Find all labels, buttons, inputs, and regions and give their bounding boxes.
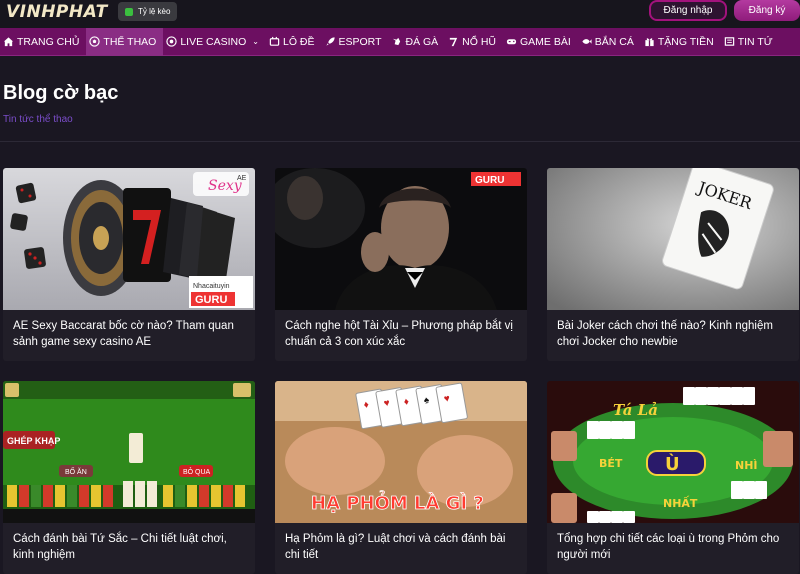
image-text-ha-phom: HẠ PHỎM LÀ GÌ ? <box>311 490 484 514</box>
breadcrumb[interactable]: Tin tức thể thao <box>3 114 73 125</box>
register-button[interactable]: Đăng ký <box>734 0 800 21</box>
article-thumbnail[interactable]: JOKER <box>547 168 799 310</box>
rocket-icon <box>325 37 335 46</box>
article-title[interactable]: Bài Joker cách chơi thế nào? Kinh nghiệm… <box>557 318 793 350</box>
page-title: Blog cờ bạc <box>3 82 119 104</box>
nav-item-fishing[interactable]: BẮN CÁ <box>578 28 641 56</box>
article-title[interactable]: Tổng hợp chi tiết các loại ù trong Phỏm … <box>557 531 793 563</box>
nav-item-label: LÔ ĐỀ <box>282 35 315 48</box>
top-bar: VINHPHAT Tỷ lệ kèo Đăng nhập Đăng ký <box>0 0 800 28</box>
nav-item-label: TIN TỨ <box>737 35 773 48</box>
image-text-guru: GURU <box>195 294 227 306</box>
image-text-bet: BÉT <box>599 457 623 470</box>
article-thumbnail[interactable]: ♦ ♥ ♦ ♠ ♥ HẠ PHỎM LÀ GÌ ? <box>275 381 527 523</box>
article-card[interactable]: Tá Lả Ù NHÌ BÉT NHẤT Tổng hợp chi tiết c… <box>547 381 799 574</box>
article-card[interactable]: GHÉP KHẠP BỐ ĂN BỎ QUA Cách đánh bài Tứ … <box>3 381 255 574</box>
image-text-nhat: NHẤT <box>663 495 698 510</box>
login-button[interactable]: Đăng nhập <box>649 0 727 21</box>
nav-item-label: TRANG CHỦ <box>17 35 80 48</box>
article-card[interactable]: JOKER Bài Joker cách chơi thế nào? Kinh … <box>547 168 799 361</box>
nav-item-bonus[interactable]: TẶNG TIỀN <box>641 28 721 56</box>
article-card[interactable]: GURU Cách nghe hột Tài Xỉu – Phương pháp… <box>275 168 527 361</box>
home-icon <box>3 37 14 47</box>
article-thumbnail[interactable]: GHÉP KHẠP BỐ ĂN BỎ QUA <box>3 381 255 523</box>
nav-item-label: ESPORT <box>338 35 382 48</box>
main-nav: TRANG CHỦ THỂ THAO LIVE CASINO ⌄ LÔ ĐỀ E… <box>0 27 800 56</box>
casino-chip-icon <box>166 36 178 47</box>
article-card[interactable]: ♦ ♥ ♦ ♠ ♥ HẠ PHỎM LÀ GÌ ? Hạ Phỏm là gì?… <box>275 381 527 574</box>
article-title[interactable]: Cách nghe hột Tài Xỉu – Phương pháp bắt … <box>285 318 521 350</box>
odds-button[interactable]: Tỷ lệ kèo <box>118 2 178 21</box>
nav-item-label: TẶNG TIỀN <box>657 35 714 48</box>
nav-item-label: THỂ THAO <box>103 35 157 48</box>
nav-item-label: GAME BÀI <box>520 35 571 48</box>
image-text-bo-qua: BỎ QUA <box>183 467 211 476</box>
article-thumbnail[interactable]: GURU <box>275 168 527 310</box>
image-text-ae: AE <box>237 175 247 182</box>
divider <box>0 141 800 142</box>
news-icon <box>724 37 734 46</box>
image-text-nhi: NHÌ <box>735 459 758 472</box>
gamepad-icon <box>506 39 517 45</box>
lottery-icon <box>269 36 280 46</box>
image-text-nhacaituyin: Nhacaituyin <box>193 283 230 290</box>
slot-seven-icon <box>450 37 458 47</box>
article-title[interactable]: Hạ Phỏm là gì? Luật chơi và cách đánh bà… <box>285 531 521 563</box>
image-text-ta-la: Tá Lả <box>613 401 658 419</box>
odds-label: Tỷ lệ kèo <box>138 7 171 16</box>
gift-icon <box>645 38 654 47</box>
soccer-ball-icon <box>89 36 101 47</box>
odds-icon <box>125 7 133 16</box>
nav-item-label: BẮN CÁ <box>594 35 634 48</box>
chevron-down-icon: ⌄ <box>252 37 259 46</box>
nav-item-esport[interactable]: ESPORT <box>322 28 389 56</box>
nav-item-home[interactable]: TRANG CHỦ <box>0 28 86 56</box>
nav-item-slots[interactable]: NỔ HŨ <box>445 28 503 56</box>
rooster-icon <box>393 37 401 46</box>
nav-item-card-games[interactable]: GAME BÀI <box>503 28 578 56</box>
nav-item-sports[interactable]: THỂ THAO <box>86 27 164 56</box>
site-logo[interactable]: VINHPHAT <box>6 2 108 22</box>
image-text-ghep-khap: GHÉP KHẠP <box>7 436 60 446</box>
article-card[interactable]: Sexy AE Nhacaituyin GURU AE Sexy Baccara… <box>3 168 255 361</box>
image-text-u: Ù <box>665 453 680 475</box>
nav-item-label: NỔ HŨ <box>462 35 497 48</box>
article-thumbnail[interactable]: Tá Lả Ù NHÌ BÉT NHẤT <box>547 381 799 523</box>
nav-item-label: LIVE CASINO <box>180 35 247 48</box>
image-text-guru: GURU <box>475 175 504 186</box>
nav-item-live-casino[interactable]: LIVE CASINO ⌄ <box>163 28 266 56</box>
nav-item-lottery[interactable]: LÔ ĐỀ <box>266 28 322 56</box>
fish-icon <box>582 39 592 44</box>
article-title[interactable]: AE Sexy Baccarat bốc cờ nào? Tham quan s… <box>13 318 249 350</box>
article-title[interactable]: Cách đánh bài Tứ Sắc – Chi tiết luật chơ… <box>13 531 249 563</box>
nav-item-cockfight[interactable]: ĐÁ GÀ <box>388 28 445 56</box>
article-thumbnail[interactable]: Sexy AE Nhacaituyin GURU <box>3 168 255 310</box>
nav-item-news[interactable]: TIN TỨ <box>721 28 780 56</box>
nav-item-label: ĐÁ GÀ <box>405 35 439 48</box>
